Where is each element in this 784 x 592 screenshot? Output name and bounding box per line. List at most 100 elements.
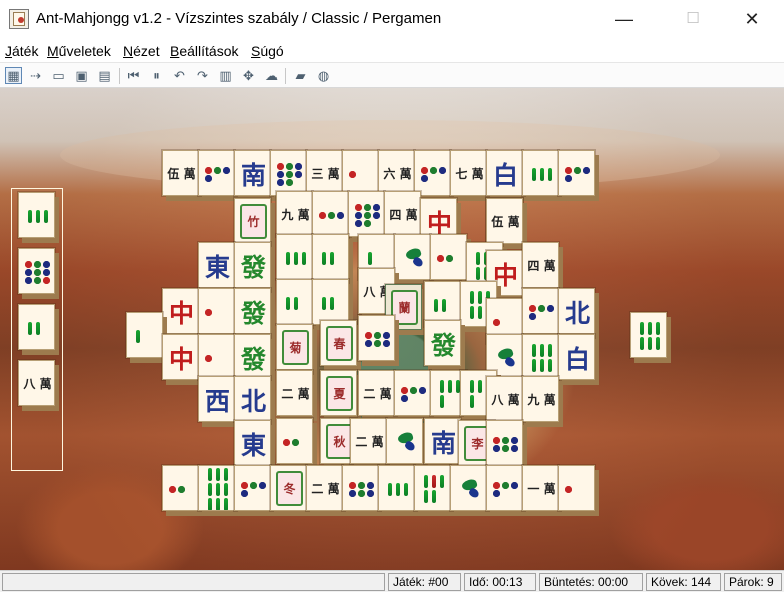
- circle-icon: [349, 481, 357, 489]
- mahjong-tile[interactable]: [378, 465, 415, 511]
- removed-mahjong-tile[interactable]: [18, 192, 55, 238]
- mahjong-tile[interactable]: [558, 465, 595, 511]
- mahjong-tile[interactable]: [450, 465, 487, 511]
- mahjong-tile[interactable]: [312, 234, 349, 280]
- mahjong-tile[interactable]: [386, 418, 423, 464]
- removed-mahjong-tile[interactable]: [18, 248, 55, 294]
- minimize-button[interactable]: —: [601, 0, 647, 38]
- mahjong-tile[interactable]: 九 萬: [522, 376, 559, 422]
- mahjong-tile[interactable]: [486, 465, 523, 511]
- mahjong-tile[interactable]: [312, 191, 349, 237]
- mahjong-tile[interactable]: 發: [424, 320, 461, 366]
- mahjong-tile[interactable]: [234, 465, 271, 511]
- mahjong-tile[interactable]: [394, 234, 431, 280]
- mahjong-tile[interactable]: 二 萬: [350, 418, 387, 464]
- mahjong-tile[interactable]: 四 萬: [384, 191, 421, 237]
- mahjong-tile[interactable]: 夏: [320, 370, 357, 416]
- mahjong-tile[interactable]: 六 萬: [378, 150, 415, 196]
- mahjong-tile[interactable]: [522, 288, 559, 334]
- mahjong-tile[interactable]: [414, 150, 451, 196]
- mahjong-tile[interactable]: 發: [234, 334, 271, 380]
- mahjong-tile[interactable]: 九 萬: [276, 191, 313, 237]
- menu-beallitasok[interactable]: Beállítások: [170, 43, 239, 59]
- save-as-icon[interactable]: ▤: [96, 67, 113, 84]
- mahjong-tile[interactable]: 冬: [270, 465, 307, 511]
- mahjong-tile[interactable]: 中: [162, 288, 199, 334]
- mahjong-tile[interactable]: 南: [234, 150, 271, 196]
- mahjong-tile[interactable]: 菊: [276, 324, 313, 370]
- mahjong-tile[interactable]: [558, 150, 595, 196]
- close-button[interactable]: ✕: [729, 0, 775, 38]
- mahjong-tile[interactable]: [276, 234, 313, 280]
- save-icon[interactable]: ▣: [73, 67, 90, 84]
- mahjong-tile[interactable]: [198, 334, 235, 380]
- restart-icon[interactable]: ⇢: [27, 67, 44, 84]
- menu-sugo[interactable]: Súgó: [251, 43, 284, 59]
- mahjong-tile[interactable]: 發: [234, 242, 271, 288]
- mahjong-tile[interactable]: [162, 465, 199, 511]
- mahjong-tile[interactable]: [430, 234, 467, 280]
- mahjong-tile[interactable]: [522, 334, 559, 380]
- mahjong-tile[interactable]: 中: [162, 334, 199, 380]
- mahjong-tile[interactable]: 東: [198, 242, 235, 288]
- game-board[interactable]: 伍 萬南三 萬六 萬七 萬白竹九 萬四 萬中四 萬伍 萬東發中四 萬中發八 萬蘭…: [0, 88, 784, 570]
- mahjong-tile[interactable]: 伍 萬: [162, 150, 199, 196]
- removed-mahjong-tile[interactable]: [18, 304, 55, 350]
- mahjong-tile[interactable]: 南: [424, 418, 461, 464]
- mahjong-tile[interactable]: [342, 150, 379, 196]
- menu-nezet[interactable]: Nézet: [123, 43, 160, 59]
- mahjong-tile[interactable]: 北: [234, 376, 271, 422]
- maximize-button[interactable]: ☐: [670, 0, 716, 38]
- mahjong-tile[interactable]: [276, 418, 313, 464]
- mahjong-tile[interactable]: [198, 150, 235, 196]
- mahjong-tile[interactable]: [276, 279, 313, 325]
- show-moves-icon[interactable]: ▥: [217, 67, 234, 84]
- undo-icon[interactable]: ↶: [171, 67, 188, 84]
- pause-icon[interactable]: ⏸: [148, 67, 165, 84]
- mahjong-tile[interactable]: 七 萬: [450, 150, 487, 196]
- mahjong-tile[interactable]: [486, 420, 523, 466]
- open-icon[interactable]: ▭: [50, 67, 67, 84]
- mahjong-tile[interactable]: 竹: [234, 198, 271, 244]
- redo-icon[interactable]: ↷: [194, 67, 211, 84]
- new-game-icon[interactable]: ▦: [5, 67, 22, 84]
- hint-icon[interactable]: ☁: [263, 67, 280, 84]
- mahjong-tile[interactable]: [342, 465, 379, 511]
- mahjong-tile[interactable]: 發: [234, 288, 271, 334]
- mahjong-tile[interactable]: [394, 370, 431, 416]
- mahjong-tile[interactable]: [312, 279, 349, 325]
- mahjong-tile[interactable]: 二 萬: [306, 465, 343, 511]
- mahjong-tile[interactable]: 東: [234, 420, 271, 466]
- mahjong-tile[interactable]: 八 萬: [486, 376, 523, 422]
- circle-icon: [25, 268, 33, 276]
- mahjong-tile[interactable]: 二 萬: [358, 370, 395, 416]
- mahjong-tile[interactable]: [126, 312, 163, 358]
- mahjong-tile[interactable]: 西: [198, 376, 235, 422]
- mahjong-tile[interactable]: [414, 465, 451, 511]
- mahjong-tile[interactable]: [198, 288, 235, 334]
- mahjong-tile[interactable]: 四 萬: [522, 242, 559, 288]
- mahjong-tile[interactable]: 北: [558, 288, 595, 334]
- mahjong-tile[interactable]: 白: [486, 150, 523, 196]
- shuffle-icon[interactable]: ✥: [240, 67, 257, 84]
- mahjong-tile[interactable]: [348, 191, 385, 237]
- mahjong-tile[interactable]: 白: [558, 334, 595, 380]
- mahjong-tile[interactable]: [522, 150, 559, 196]
- mahjong-tile[interactable]: [270, 150, 307, 196]
- mahjong-tile[interactable]: 二 萬: [276, 370, 313, 416]
- removed-mahjong-tile[interactable]: 八 萬: [18, 360, 55, 406]
- mahjong-tile[interactable]: 一 萬: [522, 465, 559, 511]
- circle-icon: [382, 339, 390, 347]
- bamboo-pattern: [285, 240, 307, 276]
- menu-muveletek[interactable]: Műveletek: [47, 43, 111, 59]
- mahjong-tile[interactable]: 伍 萬: [486, 198, 523, 244]
- menu-jatek[interactable]: Játék: [5, 43, 38, 59]
- undo-all-icon[interactable]: ⏮: [125, 67, 142, 84]
- mahjong-tile[interactable]: 三 萬: [306, 150, 343, 196]
- help-book-icon[interactable]: ▰: [292, 67, 309, 84]
- mahjong-tile[interactable]: [358, 315, 395, 361]
- mahjong-tile[interactable]: [198, 465, 235, 511]
- mahjong-tile[interactable]: 春: [320, 320, 357, 366]
- mahjong-tile[interactable]: [630, 312, 667, 358]
- about-icon[interactable]: ◍: [315, 67, 332, 84]
